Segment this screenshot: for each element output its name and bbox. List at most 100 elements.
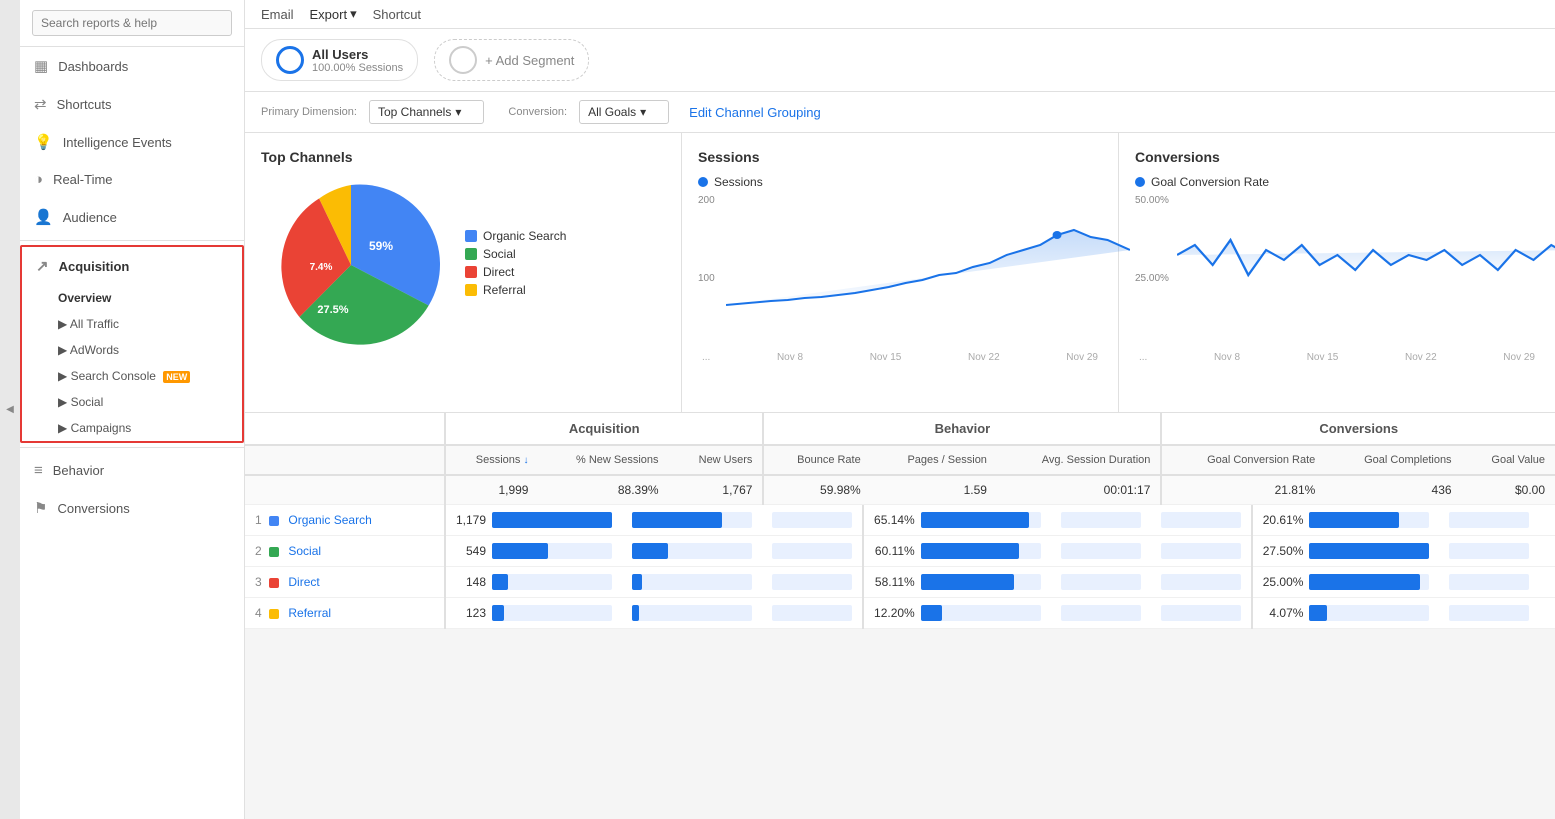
- legend-social: Social: [465, 247, 566, 261]
- table-row: 4 Referral 123: [245, 598, 1555, 629]
- sidebar-item-realtime[interactable]: ◑ Real-Time: [20, 161, 244, 198]
- conversions-meta: Goal Conversion Rate: [1135, 175, 1539, 189]
- sidebar-collapse-btn[interactable]: ◀: [0, 0, 20, 819]
- gc-bar: [1449, 605, 1529, 621]
- sessions-cell: 148: [445, 567, 622, 598]
- sidebar-item-audience[interactable]: 👤 Audience: [20, 198, 244, 236]
- sidebar-sub-all-traffic[interactable]: ▶ All Traffic: [22, 311, 242, 337]
- sessions-header[interactable]: Sessions ↓: [445, 445, 538, 475]
- shortcut-button[interactable]: Shortcut: [373, 7, 421, 22]
- sidebar-sub-search-console[interactable]: ▶ Search Console NEW: [22, 363, 242, 389]
- pct-new-bar-fill: [632, 605, 639, 621]
- sidebar-sub-adwords[interactable]: ▶ AdWords: [22, 337, 242, 363]
- goal-value-cell: [1539, 567, 1555, 598]
- conversion-select[interactable]: All Goals ▾: [579, 100, 669, 124]
- new-users-header[interactable]: New Users: [669, 445, 764, 475]
- conversions-panel: Conversions Goal Conversion Rate 50.00% …: [1119, 133, 1555, 412]
- segment-bar: All Users 100.00% Sessions + Add Segment: [245, 29, 1555, 92]
- row-num: 1: [255, 513, 262, 527]
- sessions-bar: [492, 512, 612, 528]
- search-input[interactable]: [32, 10, 232, 36]
- sessions-bar: [492, 543, 612, 559]
- sidebar-item-dashboards[interactable]: ▦ Dashboards: [20, 47, 244, 85]
- edit-channel-grouping-link[interactable]: Edit Channel Grouping: [689, 105, 821, 120]
- behavior-label: Behavior: [935, 421, 991, 436]
- sidebar-item-intelligence[interactable]: 💡 Intelligence Events: [20, 123, 244, 161]
- sidebar-sub-overview[interactable]: Overview: [22, 285, 242, 311]
- new-users-bar: [772, 543, 852, 559]
- svg-text:27.5%: 27.5%: [317, 304, 348, 316]
- segment-info: All Users 100.00% Sessions: [312, 47, 403, 74]
- legend-referral: Referral: [465, 283, 566, 297]
- goal-cvr-cell: 20.61%: [1252, 505, 1440, 536]
- bounce-bar: [921, 605, 1041, 621]
- add-segment-button[interactable]: + Add Segment: [434, 39, 589, 81]
- goal-cvr-cell: 27.50%: [1252, 536, 1440, 567]
- total-duration: 00:01:17: [997, 475, 1161, 505]
- pages-cell: [1051, 505, 1151, 536]
- bounce-header[interactable]: Bounce Rate: [763, 445, 870, 475]
- legend-label-referral: Referral: [483, 283, 526, 297]
- channel-link[interactable]: Social: [288, 544, 321, 558]
- sidebar-item-conversions[interactable]: ⚑ Conversions: [20, 489, 244, 527]
- sidebar-item-label: Dashboards: [58, 59, 128, 74]
- pct-new-header[interactable]: % New Sessions: [538, 445, 668, 475]
- legend-dot-direct: [465, 266, 477, 278]
- legend-dot-social: [465, 248, 477, 260]
- gc-bar: [1449, 574, 1529, 590]
- pages-bar: [1061, 605, 1141, 621]
- content-area: All Users 100.00% Sessions + Add Segment…: [245, 29, 1555, 819]
- divider-1: [20, 240, 244, 241]
- goal-cvr-bar-fill: [1309, 543, 1429, 559]
- primary-dimension-select[interactable]: Top Channels ▾: [369, 100, 484, 124]
- add-circle-icon: [449, 46, 477, 74]
- all-users-segment[interactable]: All Users 100.00% Sessions: [261, 39, 418, 81]
- gc-bar: [1449, 512, 1529, 528]
- sessions-value: 1,179: [456, 513, 486, 527]
- goal-completions-header[interactable]: Goal Completions: [1325, 445, 1461, 475]
- bounce-value: 12.20%: [874, 606, 915, 620]
- goal-value-header[interactable]: Goal Value: [1462, 445, 1555, 475]
- sessions-value: 148: [466, 575, 486, 589]
- pct-new-bar: [632, 605, 752, 621]
- sessions-svg: [726, 195, 1130, 335]
- conversions-metric-label: Goal Conversion Rate: [1151, 175, 1269, 189]
- goal-cvr-bar: [1309, 605, 1429, 621]
- sidebar-item-behavior[interactable]: ≡ Behavior: [20, 452, 244, 489]
- pages-header[interactable]: Pages / Session: [871, 445, 997, 475]
- export-arrow-icon: ▾: [350, 6, 357, 22]
- sidebar-sub-campaigns[interactable]: ▶ Campaigns: [22, 415, 242, 441]
- email-button[interactable]: Email: [261, 7, 294, 22]
- sessions-bar-fill: [492, 605, 504, 621]
- sidebar-sub-social[interactable]: ▶ Social: [22, 389, 242, 415]
- goal-cvr-header[interactable]: Goal Conversion Rate: [1161, 445, 1325, 475]
- total-sessions: 1,999: [445, 475, 538, 505]
- behavior-icon: ≡: [34, 462, 43, 479]
- legend-label-organic: Organic Search: [483, 229, 566, 243]
- table-row: 1 Organic Search 1,179: [245, 505, 1555, 536]
- channel-link[interactable]: Organic Search: [288, 513, 371, 527]
- new-users-bar: [772, 605, 852, 621]
- gc-bar: [1449, 543, 1529, 559]
- total-goal-completions: 436: [1325, 475, 1461, 505]
- sessions-cell: 1,179: [445, 505, 622, 536]
- pct-new-cell: [622, 536, 762, 567]
- legend-direct: Direct: [465, 265, 566, 279]
- goal-cvr-value: 25.00%: [1263, 575, 1304, 589]
- sidebar-item-label: Intelligence Events: [63, 135, 172, 150]
- sidebar-item-shortcuts[interactable]: ⇄ Shortcuts: [20, 85, 244, 123]
- table-row: 2 Social 549: [245, 536, 1555, 567]
- channel-color-dot: [269, 578, 279, 588]
- new-users-bar: [772, 574, 852, 590]
- channel-link[interactable]: Referral: [288, 606, 331, 620]
- export-button[interactable]: Export ▾: [310, 6, 357, 22]
- sort-icon: ↓: [523, 455, 528, 466]
- goal-completions-cell: [1439, 505, 1539, 536]
- duration-header[interactable]: Avg. Session Duration: [997, 445, 1161, 475]
- realtime-icon: ◑: [34, 171, 43, 188]
- channel-link[interactable]: Direct: [288, 575, 319, 589]
- goal-cvr-bar-fill: [1309, 574, 1419, 590]
- y-axis-25: 25.00%: [1135, 273, 1169, 284]
- total-goal-value: $0.00: [1462, 475, 1555, 505]
- sidebar-item-acquisition[interactable]: ↗ Acquisition: [22, 247, 242, 285]
